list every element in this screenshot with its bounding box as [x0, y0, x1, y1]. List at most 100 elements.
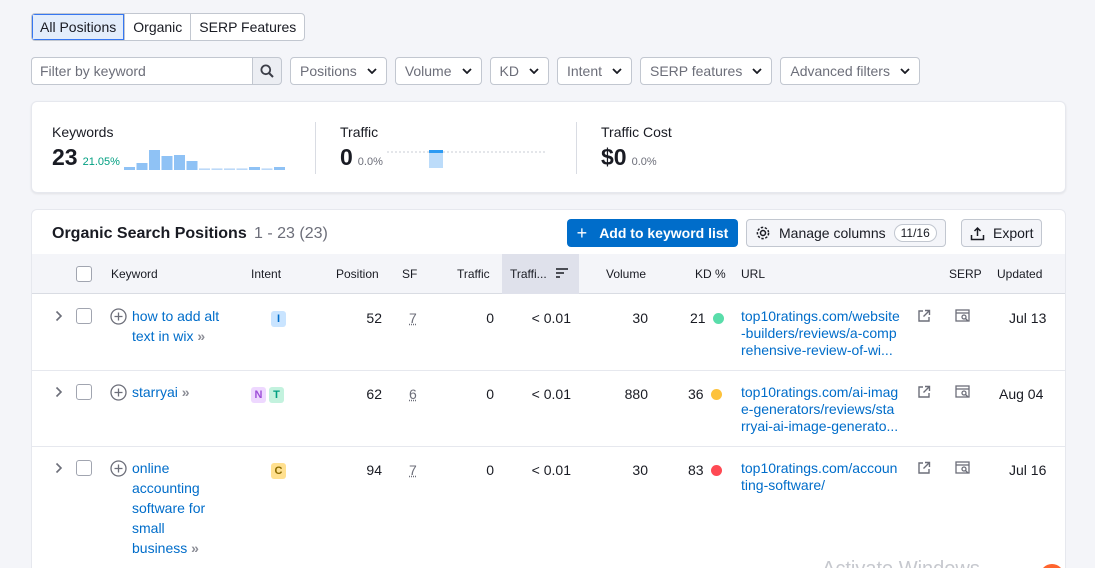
url-line: top10ratings.com/accoun [741, 460, 898, 476]
header-volume[interactable]: Volume [606, 267, 646, 281]
url-link[interactable]: top10ratings.com/website -builders/revie… [741, 308, 916, 359]
double-chevron-right-icon[interactable]: » [182, 384, 190, 400]
export-button[interactable]: Export [961, 219, 1043, 247]
traffic-value: 0 [340, 144, 353, 170]
keyword-line: small [132, 520, 165, 536]
intent-badge[interactable]: T [269, 387, 284, 403]
header-keyword[interactable]: Keyword [111, 267, 158, 281]
keyword-link[interactable]: starryai » [132, 382, 190, 402]
table-header: Keyword Intent Position SF Traffic Traff… [32, 254, 1065, 294]
header-traffic[interactable]: Traffic [457, 267, 490, 281]
row-checkbox[interactable] [76, 308, 92, 324]
search-button[interactable] [252, 57, 282, 85]
traffic-percent-value: < 0.01 [531, 386, 571, 402]
sf-count[interactable]: 6 [409, 386, 417, 402]
serp-preview-icon[interactable] [955, 309, 971, 326]
export-label: Export [993, 225, 1034, 241]
sf-count[interactable]: 7 [409, 462, 417, 478]
kd-dropdown[interactable]: KD [489, 57, 549, 85]
double-chevron-right-icon[interactable]: » [197, 328, 205, 344]
keywords-trend-chart [123, 150, 285, 170]
manage-columns-button[interactable]: Manage columns 11/16 [746, 219, 946, 247]
expand-chevron-icon[interactable] [55, 309, 63, 325]
trend-bar [186, 161, 198, 170]
header-intent[interactable]: Intent [251, 267, 281, 281]
expand-chevron-icon[interactable] [55, 385, 63, 401]
url-link[interactable]: top10ratings.com/accoun ting-software/ [741, 460, 916, 494]
keyword-link[interactable]: online accounting software for small bus… [132, 458, 205, 558]
chevron-down-icon [752, 68, 762, 74]
external-link-icon[interactable] [917, 461, 931, 478]
traffic-cost-label: Traffic Cost [601, 124, 672, 140]
traffic-percent-value: < 0.01 [531, 310, 571, 326]
keywords-change: 21.05% [82, 156, 120, 168]
positions-dropdown[interactable]: Positions [290, 57, 387, 85]
chevron-down-icon [529, 68, 539, 74]
advanced-filters-dropdown[interactable]: Advanced filters [780, 57, 920, 85]
chevron-down-icon [461, 68, 472, 74]
trend-bar [173, 155, 185, 170]
row-checkbox[interactable] [76, 384, 92, 400]
kd-dot [712, 313, 724, 324]
trend-bar [248, 167, 260, 170]
kd-dot [710, 389, 722, 400]
url-link[interactable]: top10ratings.com/ai-imag e-generators/re… [741, 384, 916, 435]
gear-icon [756, 226, 770, 240]
select-all-checkbox[interactable] [76, 266, 92, 282]
expand-chevron-icon[interactable] [55, 461, 63, 477]
trend-bar [161, 156, 173, 170]
url-line: top10ratings.com/website [741, 308, 900, 324]
keyword-link[interactable]: how to add alt text in wix » [132, 306, 219, 346]
keyword-filter-input[interactable] [31, 57, 252, 85]
sf-count[interactable]: 7 [409, 310, 417, 326]
traffic-metric: Traffic 0 0.0% [340, 124, 549, 170]
header-position[interactable]: Position [336, 267, 379, 281]
keywords-value: 23 [52, 144, 78, 170]
plus-icon: + [576, 223, 588, 243]
kd-cell: 21 [690, 310, 724, 326]
organic-positions-table: Organic Search Positions 1 - 23 (23) + A… [31, 209, 1066, 568]
double-chevron-right-icon[interactable]: » [191, 540, 199, 556]
add-keyword-icon[interactable] [110, 308, 127, 328]
trend-bar [273, 167, 285, 170]
add-keyword-icon[interactable] [110, 384, 127, 404]
traffic-cost-change: 0.0% [631, 156, 657, 168]
volume-dropdown[interactable]: Volume [394, 57, 482, 85]
dropdown-label: Volume [404, 63, 452, 79]
header-kd[interactable]: KD % [695, 267, 726, 281]
header-serp[interactable]: SERP [949, 267, 982, 281]
serp-features-dropdown[interactable]: SERP features [640, 57, 773, 85]
add-keyword-icon[interactable] [110, 460, 127, 480]
header-traffic-percent[interactable]: Traffi... [502, 254, 579, 294]
serp-preview-icon[interactable] [955, 461, 971, 478]
table-row: starryai » NT 62 6 0 < 0.01 880 36 top10… [32, 371, 1065, 447]
activate-windows-watermark: Activate Windows [822, 558, 980, 568]
intent-badge[interactable]: C [271, 463, 286, 479]
external-link-icon[interactable] [917, 385, 931, 402]
serp-preview-icon[interactable] [955, 385, 971, 402]
trend-bar [198, 168, 210, 170]
keyword-line: accounting [132, 480, 200, 496]
add-to-keyword-list-button[interactable]: + Add to keyword list [567, 219, 738, 247]
position-value: 94 [366, 462, 382, 478]
header-url[interactable]: URL [741, 267, 765, 281]
trend-bar-top [428, 150, 443, 153]
kd-value: 36 [688, 386, 704, 402]
columns-count-badge: 11/16 [893, 224, 937, 242]
header-updated[interactable]: Updated [997, 267, 1042, 281]
traffic-value: 0 [486, 310, 494, 326]
intent-badge[interactable]: N [251, 387, 266, 403]
row-checkbox[interactable] [76, 460, 92, 476]
tab-all-positions[interactable]: All Positions [32, 14, 126, 40]
header-sf[interactable]: SF [402, 267, 417, 281]
kd-cell: 83 [688, 462, 722, 478]
intent-dropdown[interactable]: Intent [556, 57, 632, 85]
tab-serp-features[interactable]: SERP Features [191, 14, 304, 40]
position-value: 52 [366, 310, 382, 326]
kd-value: 21 [690, 310, 706, 326]
external-link-icon[interactable] [917, 309, 931, 326]
intent-badge[interactable]: I [271, 311, 286, 327]
tab-organic[interactable]: Organic [125, 14, 192, 40]
url-line: top10ratings.com/ai-imag [741, 384, 899, 400]
updated-date: Jul 13 [1009, 310, 1047, 326]
